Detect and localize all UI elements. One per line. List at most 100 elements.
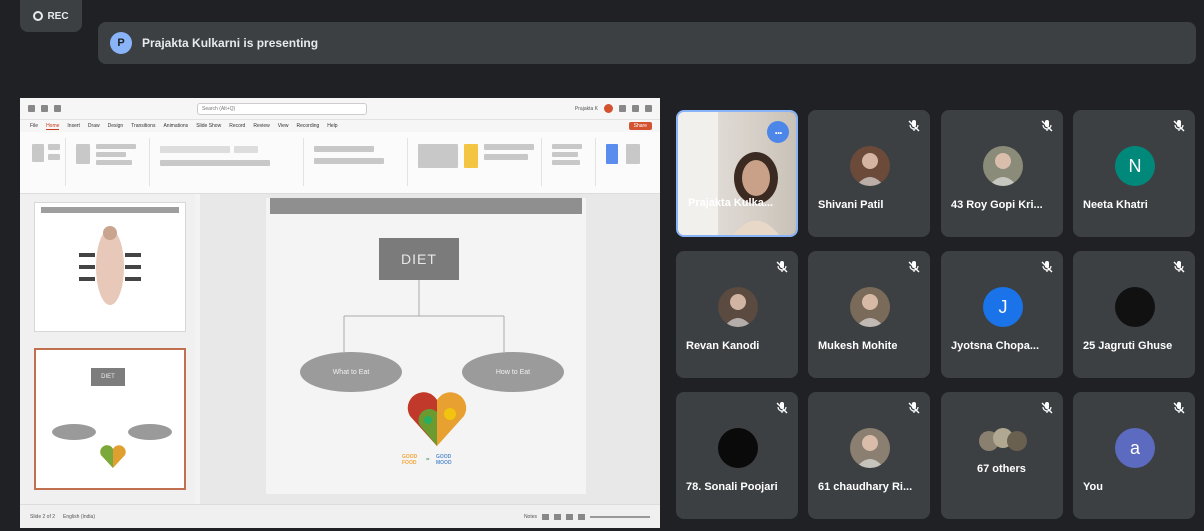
participant-tile[interactable]: Revan Kanodi <box>676 251 798 378</box>
shared-screen[interactable]: Search (Alt+Q) Prajakta K File Home Insert… <box>20 98 660 528</box>
participant-tile[interactable]: 78. Sonali Poojari <box>676 392 798 519</box>
others-avatars-icon <box>977 426 1027 456</box>
body-diagram-image <box>79 226 141 305</box>
ppt-menu-review: Review <box>253 123 270 129</box>
normal-view-icon[interactable] <box>542 513 549 520</box>
minimize-icon <box>619 105 626 112</box>
slide-thumbnail-2[interactable]: DIET <box>34 348 186 490</box>
participant-name: 25 Jagruti Ghuse <box>1083 340 1173 352</box>
participant-tile[interactable]: J Jyotsna Chopa... <box>941 251 1063 378</box>
good-food-text: GOOD FOOD <box>402 454 417 466</box>
user-avatar-icon <box>604 104 613 113</box>
how-to-eat-oval: How to Eat <box>462 352 564 392</box>
participant-name: Revan Kanodi <box>686 340 760 352</box>
participant-name: Mukesh Mohite <box>818 340 898 352</box>
diet-title-box: DIET <box>379 238 459 280</box>
participant-name: You <box>1083 481 1103 493</box>
mic-off-icon <box>907 119 921 133</box>
mic-off-icon <box>775 401 789 415</box>
ribbon-group-editing <box>546 138 596 186</box>
ppt-menu-record: Record <box>229 123 246 129</box>
participant-name: 43 Roy Gopi Kri... <box>951 199 1043 211</box>
food-heart-image <box>407 392 467 446</box>
good-mood-line-2: MOOD <box>436 460 452 466</box>
what-to-eat-oval: What to Eat <box>300 352 402 392</box>
mic-off-icon <box>1040 260 1054 274</box>
ppt-ribbon <box>20 132 660 194</box>
mic-off-icon <box>907 260 921 274</box>
undo-icon <box>54 105 61 112</box>
participant-tile[interactable]: Mukesh Mohite <box>808 251 930 378</box>
ppt-menu-animations: Animations <box>163 123 189 129</box>
equals-sign: = <box>426 457 430 463</box>
mic-off-icon <box>1172 401 1186 415</box>
presenting-text: Prajakta Kulkarni is presenting <box>142 36 319 50</box>
participant-avatar <box>983 146 1023 186</box>
ribbon-group-paragraph <box>308 138 408 186</box>
ribbon-group-designer <box>600 138 650 186</box>
ppt-menu-insert: Insert <box>67 123 80 129</box>
ppt-menu-slide-show: Slide Show <box>196 123 222 129</box>
more-options-button[interactable]: ... <box>767 121 789 143</box>
participant-name: 61 chaudhary Ri... <box>818 481 913 493</box>
ppt-menu-design: Design <box>107 123 124 129</box>
maximize-icon <box>632 105 639 112</box>
mic-off-icon <box>1172 260 1186 274</box>
language-status: English (India) <box>63 513 95 520</box>
ppt-search-box: Search (Alt+Q) <box>197 102 367 115</box>
participant-avatar <box>1115 287 1155 327</box>
reading-view-icon[interactable] <box>566 513 573 520</box>
current-slide[interactable]: DIET What to Eat How to Eat GOOD FOOD = … <box>266 198 586 494</box>
participant-tile[interactable]: 61 chaudhary Ri... <box>808 392 930 519</box>
ppt-menu-recording: Recording <box>296 123 320 129</box>
ppt-status-bar: Slide 2 of 2 English (India) Notes <box>20 504 660 528</box>
participant-tile[interactable]: 43 Roy Gopi Kri... <box>941 110 1063 237</box>
sorter-view-icon[interactable] <box>554 513 561 520</box>
zoom-slider[interactable] <box>590 515 650 518</box>
participant-tile[interactable]: a You <box>1073 392 1195 519</box>
ppt-title-bar: Search (Alt+Q) Prajakta K <box>20 98 660 120</box>
participant-name: 78. Sonali Poojari <box>686 481 778 493</box>
participant-avatar <box>850 287 890 327</box>
participant-tile[interactable]: Shivani Patil <box>808 110 930 237</box>
participant-name: Prajakta Kulka... <box>688 197 773 209</box>
participant-avatar <box>718 428 758 468</box>
participant-tile[interactable]: N Neeta Khatri <box>1073 110 1195 237</box>
participant-tile[interactable]: 25 Jagruti Ghuse <box>1073 251 1195 378</box>
ribbon-group-font <box>154 138 304 186</box>
record-icon <box>33 11 44 21</box>
participant-name: Shivani Patil <box>818 199 884 211</box>
ribbon-group-clipboard <box>26 138 66 186</box>
presenting-banner: P Prajakta Kulkarni is presenting <box>98 22 1196 64</box>
meet-stage: REC P Prajakta Kulkarni is presenting Se… <box>0 0 1204 531</box>
ribbon-group-slides <box>70 138 150 186</box>
participant-tile[interactable]: 67 others <box>941 392 1063 519</box>
ppt-menu-help: Help <box>327 123 338 129</box>
ppt-menu-file: File <box>30 123 39 129</box>
participant-avatar <box>718 287 758 327</box>
mic-off-icon <box>775 260 789 274</box>
thumb-heart-image <box>100 445 126 468</box>
participant-name: 67 others <box>977 463 1026 475</box>
slideshow-icon[interactable] <box>578 513 585 520</box>
participant-avatar <box>850 146 890 186</box>
share-button: Share <box>628 122 652 130</box>
participant-name: Neeta Khatri <box>1083 199 1148 211</box>
participant-name: Jyotsna Chopa... <box>951 340 1040 352</box>
slide-editor[interactable]: DIET What to Eat How to Eat GOOD FOOD = … <box>200 194 660 504</box>
participant-tile[interactable]: ... Prajakta Kulka... <box>676 110 798 237</box>
recording-indicator: REC <box>20 0 82 32</box>
thumb-oval-left <box>52 424 96 440</box>
close-icon <box>645 105 652 112</box>
participant-avatar <box>850 428 890 468</box>
participant-avatar: J <box>983 287 1023 327</box>
slide-thumbnail-1[interactable] <box>34 202 186 332</box>
mic-off-icon <box>1040 119 1054 133</box>
mic-off-icon <box>907 401 921 415</box>
ppt-user-name: Prajakta K <box>574 105 598 112</box>
slide-count: Slide 2 of 2 <box>30 513 56 520</box>
slide-thumbnails: DIET <box>20 194 195 504</box>
thumb-oval-right <box>128 424 172 440</box>
ribbon-group-drawing <box>412 138 542 186</box>
notes-button[interactable]: Notes <box>524 514 537 520</box>
